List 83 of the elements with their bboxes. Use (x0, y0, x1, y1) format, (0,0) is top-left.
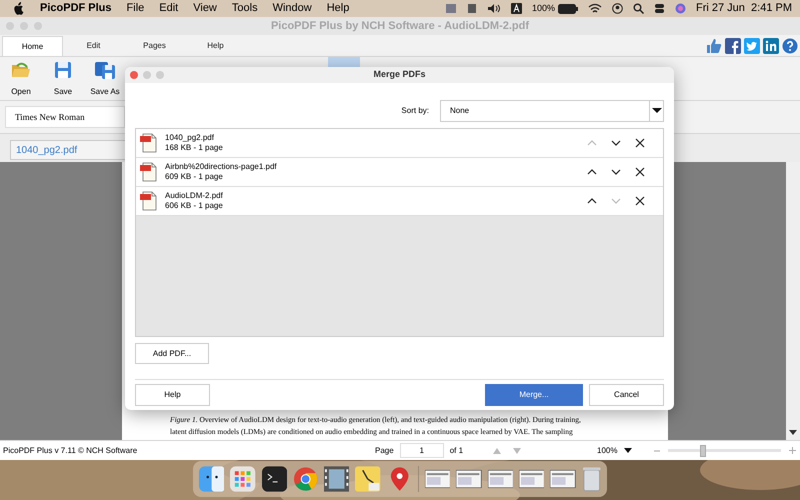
file-info: 168 KB - 1 page (165, 143, 223, 153)
toolbar-button[interactable]: Save (48, 60, 78, 98)
volume-icon[interactable] (486, 3, 501, 14)
menu-item[interactable]: File (126, 0, 144, 17)
add-pdf-button[interactable]: Add PDF... (135, 343, 209, 364)
file-row[interactable]: AudioLDM-2.pdf 606 KB - 1 page (136, 187, 663, 216)
dialog-title: Merge PDFs (373, 68, 426, 82)
move-down-icon[interactable] (611, 140, 621, 146)
close-icon[interactable] (635, 196, 645, 206)
screen-icon[interactable] (444, 3, 457, 14)
assistant-icon[interactable] (675, 3, 686, 14)
status-text: PicoPDF Plus v 7.11 © NCH Software (3, 444, 138, 456)
menu-item[interactable]: Tools (232, 0, 258, 17)
selected-tool-highlight (328, 57, 360, 67)
clock: Fri 27 Jun 2:41 PM (696, 1, 792, 16)
launchpad-icon[interactable] (230, 466, 256, 492)
wifi-icon[interactable] (588, 3, 602, 14)
file-info: 606 KB - 1 page (165, 201, 223, 211)
scrollbar[interactable] (786, 162, 800, 440)
tab[interactable]: Pages (124, 36, 185, 56)
cancel-button[interactable]: Cancel (589, 384, 664, 406)
page-count: of 1 (450, 444, 464, 456)
file-row[interactable]: Airbnb%20directions-page1.pdf 609 KB - 1 page (136, 158, 663, 187)
menu-item[interactable]: View (193, 0, 217, 17)
toolbar-button[interactable]: Save As (90, 60, 120, 98)
terminal-icon[interactable] (262, 466, 287, 492)
keyboard-input-icon[interactable] (510, 3, 522, 14)
zoom-slider[interactable] (668, 444, 780, 456)
search-icon[interactable] (633, 3, 644, 14)
page-label: Page (375, 444, 394, 456)
file-info: 609 KB - 1 page (165, 172, 224, 182)
window-title: PicoPDF Plus by NCH Software - AudioLDM-2.pdf (270, 18, 530, 34)
battery-percent: 100% (532, 2, 555, 15)
thumbs-up-icon[interactable] (706, 38, 722, 54)
help-button[interactable]: Help (135, 384, 210, 406)
toolbar-button[interactable]: Open (6, 60, 36, 98)
window-thumbnail-icon[interactable] (456, 470, 482, 488)
merge-button[interactable]: Merge... (485, 384, 583, 406)
move-up-icon[interactable] (587, 198, 597, 204)
file-name: 1040_pg2.pdf (165, 133, 215, 143)
move-up-icon[interactable] (587, 169, 597, 175)
slider-thumb[interactable] (700, 444, 706, 456)
linkedin-icon[interactable] (763, 38, 779, 54)
user-icon[interactable] (612, 3, 623, 14)
clock-card-icon[interactable] (355, 466, 381, 492)
close-icon[interactable] (635, 138, 645, 148)
caret-icon (624, 448, 632, 453)
font-field[interactable]: Times New Roman (5, 106, 125, 128)
menu-item[interactable]: Help (326, 0, 350, 17)
battery-icon[interactable] (558, 4, 578, 14)
window-thumbnail-icon[interactable] (425, 470, 450, 488)
tab[interactable]: Edit (63, 36, 124, 56)
menu-item[interactable]: Edit (159, 0, 178, 17)
pdf-file-icon (140, 162, 157, 182)
folder-icon (10, 60, 32, 80)
sort-label: Sort by: (401, 105, 429, 117)
page-field[interactable]: 1 (400, 443, 444, 458)
menu-item[interactable]: Window (272, 0, 312, 17)
apple-icon[interactable] (12, 2, 24, 15)
window-thumbnail-icon[interactable] (518, 470, 544, 488)
file-name: Airbnb%20directions-page1.pdf (165, 162, 277, 172)
caret-icon (649, 101, 663, 121)
app-menu[interactable]: PicoPDF Plus (40, 0, 112, 17)
tab[interactable]: Help (185, 36, 246, 56)
facebook-icon[interactable] (725, 38, 741, 54)
pdf-file-icon (140, 191, 157, 211)
control-center-icon[interactable] (654, 3, 665, 14)
window-thumbnail-icon[interactable] (488, 470, 513, 488)
sort-dropdown[interactable]: None (440, 100, 664, 122)
film-strip-icon[interactable] (324, 466, 350, 492)
window-thumbnail-icon[interactable] (550, 470, 576, 488)
file-row[interactable]: 1040_pg2.pdf 168 KB - 1 page (136, 129, 663, 158)
tab[interactable]: Home (2, 36, 63, 56)
move-down-icon[interactable] (611, 169, 621, 175)
twitter-icon[interactable] (744, 38, 760, 54)
close-icon[interactable] (635, 167, 645, 177)
floppy-disk-icon (94, 60, 116, 80)
file-name: AudioLDM-2.pdf (165, 191, 223, 201)
pdf-file-icon (140, 133, 157, 153)
help-icon[interactable] (782, 38, 798, 54)
zoom-dropdown[interactable]: 100% (597, 444, 632, 456)
browser-icon[interactable] (292, 466, 318, 492)
scroll-down-icon[interactable] (789, 430, 797, 435)
